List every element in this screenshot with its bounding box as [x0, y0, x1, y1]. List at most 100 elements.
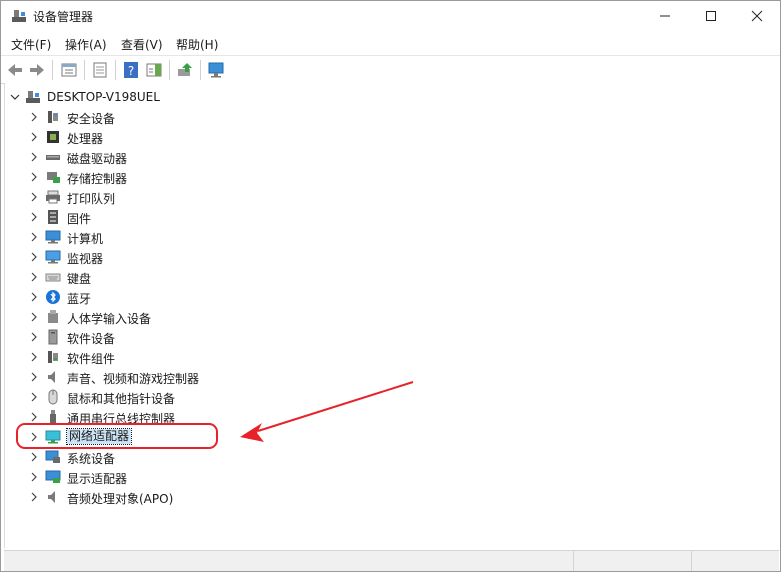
tree-item[interactable]: 系统设备 [5, 447, 245, 467]
tree-item-label: 存储控制器 [67, 172, 128, 186]
window-title: 设备管理器 [33, 10, 94, 24]
tree-item-label: 计算机 [67, 232, 104, 246]
tree-item-label: 软件设备 [67, 332, 116, 346]
tree-item-label: 音频处理对象(APO) [67, 492, 174, 506]
tree-item-label: 系统设备 [67, 452, 116, 466]
usb-icon [50, 410, 56, 424]
firmware-icon [48, 210, 58, 224]
tree-item-label: 固件 [67, 212, 92, 226]
chevron-right-icon[interactable] [29, 411, 39, 423]
tree-item[interactable]: 网络适配器 [5, 427, 245, 447]
tree-item-label: 安全设备 [67, 112, 116, 126]
tree-item[interactable]: 通用串行总线控制器 [5, 407, 245, 427]
forward-button[interactable] [28, 61, 46, 79]
security-device-icon [48, 111, 58, 123]
tree-root-label: DESKTOP-V198UEL [47, 90, 160, 104]
tree-item[interactable]: 软件组件 [5, 347, 245, 367]
update-driver-button[interactable] [176, 61, 194, 79]
status-cell [691, 551, 780, 571]
chevron-right-icon[interactable] [29, 171, 39, 183]
tree-item[interactable]: 声音、视频和游戏控制器 [5, 367, 245, 387]
system-device-icon [45, 450, 60, 463]
tree-item[interactable]: 计算机 [5, 227, 245, 247]
tree-item[interactable]: 处理器 [5, 127, 245, 147]
chevron-right-icon[interactable] [29, 251, 39, 263]
tree-item-label: 网络适配器 [65, 428, 133, 445]
processor-icon [47, 131, 59, 143]
back-button[interactable] [6, 61, 24, 79]
chevron-right-icon[interactable] [29, 431, 39, 443]
tree-item-label: 键盘 [67, 272, 92, 286]
chevron-right-icon[interactable] [29, 311, 39, 323]
chevron-right-icon[interactable] [29, 491, 39, 503]
tree-item-label: 鼠标和其他指针设备 [67, 392, 176, 406]
menu-view[interactable]: 查看(V) [121, 36, 163, 53]
chevron-right-icon[interactable] [29, 271, 39, 283]
chevron-right-icon[interactable] [29, 111, 39, 123]
tree-item[interactable]: 打印队列 [5, 187, 245, 207]
tree-item[interactable]: 音频处理对象(APO) [5, 487, 245, 507]
tree-item[interactable]: 监视器 [5, 247, 245, 267]
tree-item-label: 蓝牙 [67, 292, 92, 306]
chevron-right-icon[interactable] [29, 151, 39, 163]
speaker-icon [48, 371, 55, 383]
tree-item-label: 监视器 [67, 252, 104, 266]
chevron-down-icon[interactable] [10, 91, 20, 103]
toolbar-separator [200, 60, 201, 80]
tree-item-label: 人体学输入设备 [67, 312, 152, 326]
tree-item[interactable]: 鼠标和其他指针设备 [5, 387, 245, 407]
action-pane-button[interactable] [145, 61, 163, 79]
monitor-icon [45, 250, 61, 264]
close-button[interactable] [734, 1, 780, 31]
tree-item[interactable]: 键盘 [5, 267, 245, 287]
status-cell [573, 551, 692, 571]
svg-text:?: ? [128, 64, 134, 78]
tree-item[interactable]: 存储控制器 [5, 167, 245, 187]
tree-item[interactable]: 显示适配器 [5, 467, 245, 487]
display-adapter-icon [45, 470, 61, 483]
chevron-right-icon[interactable] [29, 351, 39, 363]
menu-help[interactable]: 帮助(H) [176, 36, 218, 53]
device-manager-window: 设备管理器 文件(F) 操作(A) 查看(V) 帮助(H) ? DESKTOP-… [0, 0, 781, 572]
tree-item[interactable]: 固件 [5, 207, 245, 227]
chevron-right-icon[interactable] [29, 371, 39, 383]
chevron-right-icon[interactable] [29, 211, 39, 223]
tree-item[interactable]: 软件设备 [5, 327, 245, 347]
tree-item-label: 磁盘驱动器 [67, 152, 128, 166]
title-bar: 设备管理器 [1, 1, 780, 31]
software-device-icon [48, 329, 58, 345]
tree-item[interactable]: 人体学输入设备 [5, 307, 245, 327]
chevron-right-icon[interactable] [29, 231, 39, 243]
toolbar-separator [115, 60, 116, 80]
toolbar: ? [1, 55, 780, 84]
tree-item[interactable]: 安全设备 [5, 107, 245, 127]
network-adapter-icon [45, 430, 61, 444]
storage-controller-icon [47, 172, 60, 183]
chevron-right-icon[interactable] [29, 191, 39, 203]
printer-icon [46, 190, 60, 204]
properties-view-button[interactable] [60, 61, 78, 79]
chevron-right-icon[interactable] [29, 131, 39, 143]
menu-action[interactable]: 操作(A) [65, 36, 107, 53]
chevron-right-icon[interactable] [29, 291, 39, 303]
chevron-right-icon[interactable] [29, 391, 39, 403]
mouse-icon [48, 389, 58, 405]
device-properties-button[interactable] [91, 61, 109, 79]
maximize-button[interactable] [688, 1, 734, 31]
tree-item[interactable]: 磁盘驱动器 [5, 147, 245, 167]
chevron-right-icon[interactable] [29, 451, 39, 463]
tree-item-label: 显示适配器 [67, 472, 128, 486]
audio-processing-icon [48, 491, 55, 503]
toolbar-separator [169, 60, 170, 80]
disk-drive-icon [46, 155, 60, 160]
help-button[interactable]: ? [122, 61, 140, 79]
scan-hardware-button[interactable] [207, 61, 225, 79]
chevron-right-icon[interactable] [29, 331, 39, 343]
menu-file[interactable]: 文件(F) [11, 36, 51, 53]
tree-item[interactable]: 蓝牙 [5, 287, 245, 307]
tree-root[interactable]: DESKTOP-V198UEL [5, 87, 205, 107]
tree-item-label: 通用串行总线控制器 [67, 412, 176, 426]
chevron-right-icon[interactable] [29, 471, 39, 483]
minimize-button[interactable] [642, 1, 688, 31]
tree-item-label: 软件组件 [67, 352, 116, 366]
